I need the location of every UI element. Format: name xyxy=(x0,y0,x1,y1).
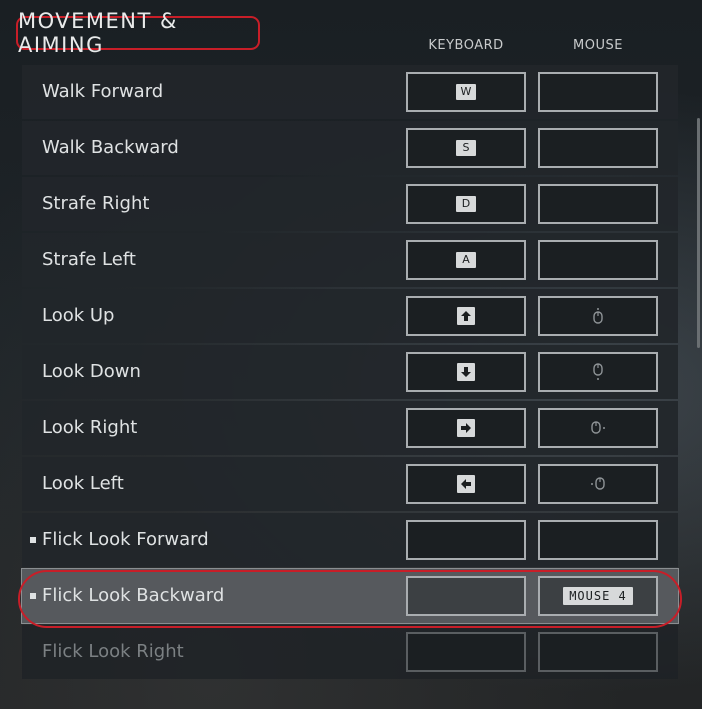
mouse-column-header: MOUSE xyxy=(573,38,623,53)
mouse-binding-slot[interactable] xyxy=(538,72,658,112)
keyboard-binding-slot[interactable]: A xyxy=(406,240,526,280)
mouse-binding-slot[interactable]: MOUSE 4 xyxy=(538,576,658,616)
mouse-up-icon xyxy=(593,308,603,324)
keyboard-binding-slot[interactable]: S xyxy=(406,128,526,168)
row-label: Walk Forward xyxy=(42,81,164,102)
row-label: Flick Look Right xyxy=(42,641,184,662)
mouse-left-icon xyxy=(591,477,605,490)
bullet-marker xyxy=(30,593,36,599)
keyboard-binding-slot[interactable] xyxy=(406,464,526,504)
bullet-marker xyxy=(30,537,36,543)
row-label: Strafe Left xyxy=(42,249,136,270)
keybind-row-flick-look-backward[interactable]: Flick Look Backward MOUSE 4 xyxy=(21,568,679,624)
scrollbar[interactable] xyxy=(697,118,700,348)
row-label: Flick Look Backward xyxy=(42,585,225,606)
arrow-down-icon xyxy=(457,363,475,381)
keyboard-binding-slot[interactable] xyxy=(406,296,526,336)
row-label: Strafe Right xyxy=(42,193,150,214)
mouse-binding-slot[interactable] xyxy=(538,184,658,224)
keybind-row-look-left[interactable]: Look Left xyxy=(22,457,678,511)
mouse-binding-slot[interactable] xyxy=(538,352,658,392)
row-label: Look Up xyxy=(42,305,115,326)
mouse-binding-slot[interactable] xyxy=(538,632,658,672)
row-label: Look Right xyxy=(42,417,138,438)
keyboard-binding-slot[interactable]: W xyxy=(406,72,526,112)
keybind-row-look-down[interactable]: Look Down xyxy=(22,345,678,399)
key-a: A xyxy=(456,252,476,268)
keyboard-binding-slot[interactable] xyxy=(406,408,526,448)
mouse-right-icon xyxy=(591,421,605,434)
section-title: MOVEMENT & AIMING xyxy=(16,9,260,57)
row-label: Look Left xyxy=(42,473,124,494)
row-label: Look Down xyxy=(42,361,141,382)
keyboard-binding-slot[interactable] xyxy=(406,352,526,392)
keybind-row-look-up[interactable]: Look Up xyxy=(22,289,678,343)
arrow-up-icon xyxy=(457,307,475,325)
mouse-binding-slot[interactable] xyxy=(538,296,658,336)
keybind-row-flick-look-forward[interactable]: Flick Look Forward xyxy=(22,513,678,567)
keybind-row-strafe-right[interactable]: Strafe Right D xyxy=(22,177,678,231)
row-label: Walk Backward xyxy=(42,137,179,158)
arrow-left-icon xyxy=(457,475,475,493)
mouse-binding-slot[interactable] xyxy=(538,408,658,448)
mouse-binding-slot[interactable] xyxy=(538,128,658,168)
keyboard-binding-slot[interactable] xyxy=(406,576,526,616)
mouse-binding-slot[interactable] xyxy=(538,240,658,280)
key-d: D xyxy=(456,196,476,212)
keybind-row-look-right[interactable]: Look Right xyxy=(22,401,678,455)
keybind-row-strafe-left[interactable]: Strafe Left A xyxy=(22,233,678,287)
mouse-down-icon xyxy=(593,363,603,380)
keyboard-column-header: KEYBOARD xyxy=(428,38,504,53)
row-label: Flick Look Forward xyxy=(42,529,209,550)
keyboard-binding-slot[interactable] xyxy=(406,632,526,672)
arrow-right-icon xyxy=(457,419,475,437)
key-w: W xyxy=(456,84,476,100)
keyboard-binding-slot[interactable] xyxy=(406,520,526,560)
mouse-binding-slot[interactable] xyxy=(538,464,658,504)
mouse-4-key: MOUSE 4 xyxy=(563,587,633,605)
keybind-row-walk-backward[interactable]: Walk Backward S xyxy=(22,121,678,175)
keybind-row-walk-forward[interactable]: Walk Forward W xyxy=(22,65,678,119)
keyboard-binding-slot[interactable]: D xyxy=(406,184,526,224)
mouse-binding-slot[interactable] xyxy=(538,520,658,560)
keybind-row-flick-look-right[interactable]: Flick Look Right xyxy=(22,625,678,679)
key-s: S xyxy=(456,140,476,156)
